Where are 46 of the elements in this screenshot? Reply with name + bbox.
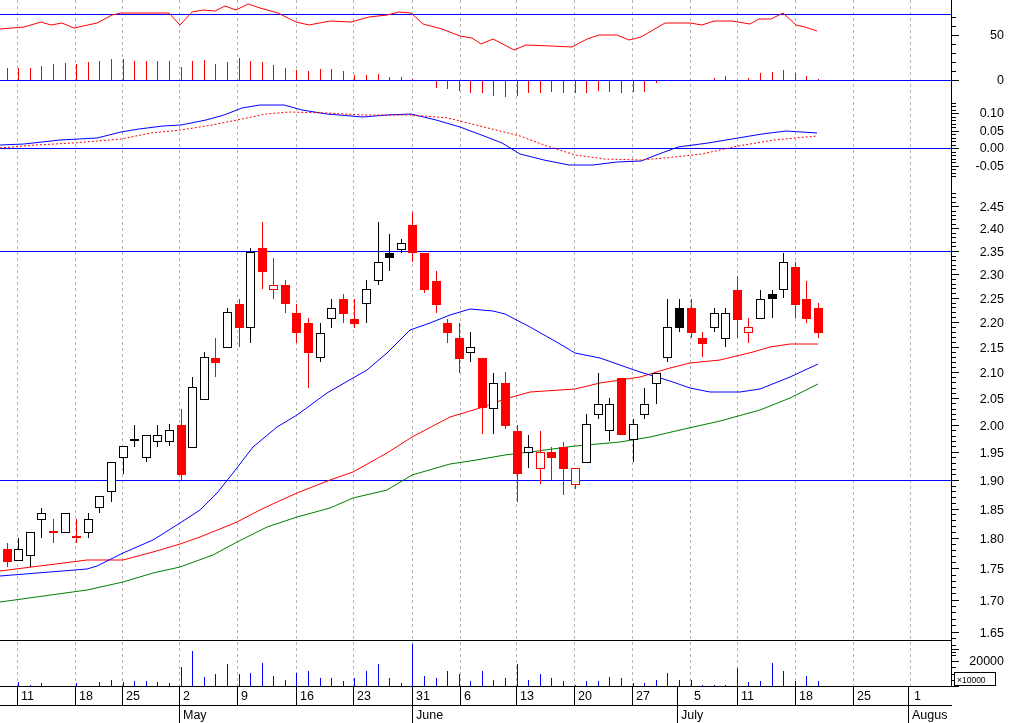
axis-label: 2.05 bbox=[979, 392, 1004, 407]
day-label: 13 bbox=[520, 689, 534, 703]
axis-label: 1.95 bbox=[979, 445, 1004, 460]
axis-label: 1.70 bbox=[979, 593, 1004, 608]
day-label: 18 bbox=[79, 689, 93, 703]
axis-label: 2.15 bbox=[979, 340, 1004, 355]
axis-label: 2.35 bbox=[979, 245, 1004, 259]
axis-label: 1.75 bbox=[979, 562, 1004, 577]
axis-label: 1.65 bbox=[979, 625, 1004, 640]
day-label: 6 bbox=[464, 689, 471, 703]
day-label: 25 bbox=[126, 689, 140, 703]
day-label: 18 bbox=[799, 689, 813, 703]
axis-label: 2.25 bbox=[979, 291, 1004, 306]
axis-label: 1.90 bbox=[979, 473, 1004, 488]
day-label: 1 bbox=[914, 689, 921, 703]
axis-label: 0 bbox=[997, 73, 1004, 87]
axis-label: 50 bbox=[990, 28, 1004, 42]
month-label: June bbox=[416, 708, 444, 722]
day-label: 25 bbox=[857, 689, 871, 703]
axis-label: 1.80 bbox=[979, 532, 1004, 547]
axis-label: 2.20 bbox=[979, 316, 1004, 331]
axis-label: 2.00 bbox=[979, 418, 1004, 433]
day-label: 16 bbox=[300, 689, 314, 703]
day-label: 2 bbox=[183, 689, 190, 703]
day-label: 20 bbox=[578, 689, 592, 703]
day-label: 31 bbox=[416, 689, 430, 703]
day-label: 27 bbox=[636, 689, 650, 703]
axis-label: 0.10 bbox=[979, 106, 1004, 120]
axis-label: 2.45 bbox=[979, 200, 1004, 215]
axis-label: 0.00 bbox=[979, 141, 1004, 155]
axis-label: 20000 bbox=[969, 654, 1004, 668]
day-label: 9 bbox=[241, 689, 248, 703]
scale-multiplier-label: ×10000 bbox=[954, 672, 996, 686]
day-label: 23 bbox=[357, 689, 371, 703]
axis-label: -0.05 bbox=[975, 158, 1004, 173]
axis-label: 0.05 bbox=[979, 123, 1004, 138]
month-label: July bbox=[681, 708, 704, 722]
axis-label: 2.40 bbox=[979, 222, 1004, 237]
day-label: 11 bbox=[741, 689, 754, 703]
month-label: May bbox=[183, 708, 207, 722]
month-label: Augus bbox=[912, 708, 948, 722]
day-label: 11 bbox=[21, 689, 34, 703]
axis-label: 2.10 bbox=[979, 366, 1004, 381]
axis-label: 2.30 bbox=[979, 268, 1004, 283]
axis-label: 1.85 bbox=[979, 502, 1004, 517]
day-label: 5 bbox=[694, 689, 701, 703]
